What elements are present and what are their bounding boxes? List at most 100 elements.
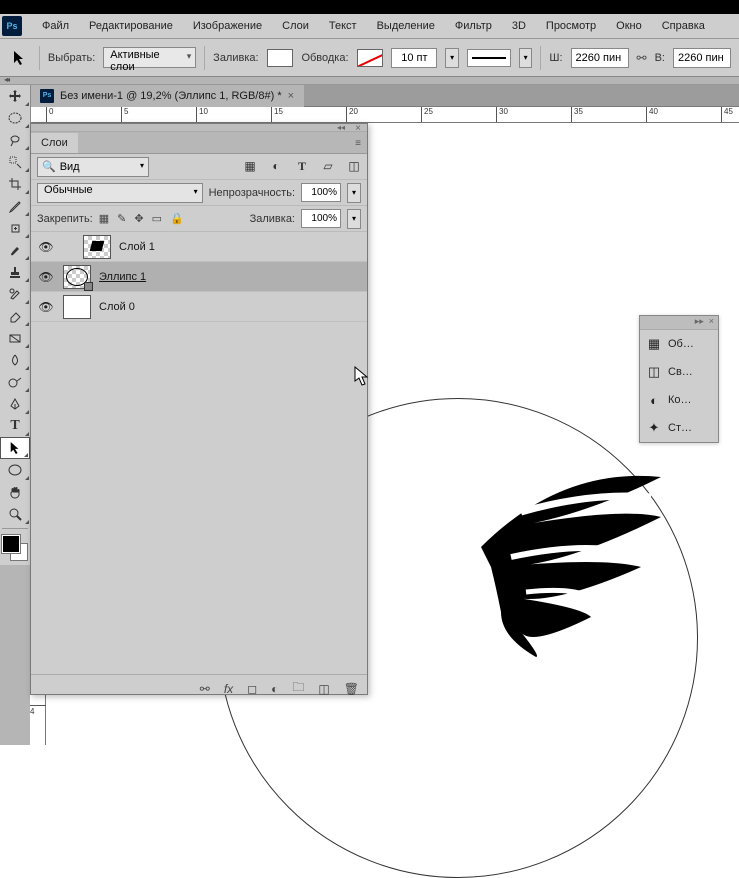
close-tab-icon[interactable]: × (288, 90, 294, 102)
hand-tool[interactable] (0, 481, 30, 503)
panel-collapse-icon[interactable]: ◂◂ (337, 123, 345, 132)
filter-type-icon[interactable]: T (295, 159, 309, 174)
type-tool[interactable]: T (0, 415, 30, 437)
layer-name[interactable]: Эллипс 1 (99, 271, 146, 283)
menu-layer[interactable]: Слои (272, 16, 319, 36)
fill-swatch[interactable] (267, 49, 294, 67)
rp-item-samples[interactable]: ▦ Об… (640, 330, 718, 358)
healing-tool[interactable] (0, 217, 30, 239)
link-layers-icon[interactable]: ⚯ (200, 682, 210, 696)
panel-menu-icon[interactable]: ≡ (355, 138, 361, 149)
crop-tool[interactable] (0, 173, 30, 195)
document-title: Без имени-1 @ 19,2% (Эллипс 1, RGB/8#) * (60, 90, 282, 102)
rp-item-adjustments[interactable]: ◐ Ко… (640, 386, 718, 414)
stroke-swatch-none[interactable] (357, 49, 384, 67)
select-label: Выбрать: (48, 52, 95, 64)
filter-adjust-icon[interactable]: ◐ (269, 159, 283, 174)
fill-dropdown[interactable]: ▾ (347, 209, 361, 229)
menu-bar: Ps Файл Редактирование Изображение Слои … (0, 14, 739, 39)
layer-row[interactable]: 👁 Слой 1 (31, 232, 367, 262)
layer-thumbnail[interactable] (63, 295, 91, 319)
dodge-tool[interactable] (0, 371, 30, 393)
stroke-width-dropdown[interactable]: ▾ (445, 48, 458, 68)
ps-file-icon: Ps (40, 89, 54, 103)
stroke-style-preview[interactable] (467, 49, 511, 67)
layer-row-selected[interactable]: 👁 Эллипс 1 (31, 262, 367, 292)
lock-all-icon[interactable]: 🔒 (170, 212, 184, 225)
link-chain-icon[interactable]: ⚯ (637, 51, 647, 65)
opacity-input[interactable] (301, 183, 341, 202)
filter-kind-dropdown[interactable]: 🔍 Вид (37, 157, 149, 177)
trash-icon[interactable]: 🗑 (344, 682, 359, 696)
right-panel-header[interactable]: ▸▸ × (640, 316, 718, 330)
pen-tool[interactable] (0, 393, 30, 415)
history-brush-tool[interactable] (0, 283, 30, 305)
move-tool[interactable] (0, 85, 30, 107)
select-layers-dropdown[interactable]: Активные слои (103, 47, 196, 68)
lasso-tool[interactable] (0, 129, 30, 151)
layer-thumbnail[interactable] (83, 235, 111, 259)
menu-window[interactable]: Окно (606, 16, 652, 36)
path-select-tool[interactable] (0, 437, 30, 459)
rp-item-swatches[interactable]: ◫ Св… (640, 358, 718, 386)
filter-shape-icon[interactable]: ▱ (321, 159, 335, 174)
menu-edit[interactable]: Редактирование (79, 16, 183, 36)
visibility-eye-icon[interactable]: 👁 (37, 300, 55, 314)
fx-icon[interactable]: fx (224, 682, 233, 696)
lock-artboard-icon[interactable]: ▭ (152, 212, 162, 225)
rp-item-styles[interactable]: ✦ Ст… (640, 414, 718, 442)
layers-tab[interactable]: Слои (31, 133, 78, 153)
menu-filter[interactable]: Фильтр (445, 16, 502, 36)
foreground-color[interactable] (2, 535, 20, 553)
menu-help[interactable]: Справка (652, 16, 715, 36)
path-select-tool-icon[interactable] (8, 46, 31, 70)
zoom-tool[interactable] (0, 503, 30, 525)
filter-pixel-icon[interactable]: ▦ (243, 159, 257, 174)
shape-tool[interactable] (0, 459, 30, 481)
opacity-dropdown[interactable]: ▾ (347, 183, 361, 203)
group-icon[interactable]: 🗀 (292, 678, 304, 699)
brush-tool[interactable] (0, 239, 30, 261)
eraser-tool[interactable] (0, 305, 30, 327)
lock-transparency-icon[interactable]: ▦ (99, 212, 109, 225)
menu-view[interactable]: Просмотр (536, 16, 606, 36)
wand-tool[interactable] (0, 151, 30, 173)
stamp-tool[interactable] (0, 261, 30, 283)
marquee-tool[interactable] (0, 107, 30, 129)
rp-label: Об… (668, 338, 694, 350)
blend-mode-dropdown[interactable]: Обычные (37, 183, 203, 203)
stroke-width-input[interactable] (391, 48, 437, 68)
visibility-eye-icon[interactable]: 👁 (37, 270, 55, 284)
stroke-style-dropdown[interactable]: ▾ (519, 48, 532, 68)
visibility-eye-icon[interactable]: 👁 (37, 240, 55, 254)
ruler-horizontal[interactable]: 0 5 10 15 20 25 30 35 40 45 (30, 107, 739, 123)
layer-thumbnail[interactable] (63, 265, 91, 289)
blend-opacity-row: Обычные Непрозрачность: ▾ (31, 180, 367, 206)
eyedropper-tool[interactable] (0, 195, 30, 217)
blur-tool[interactable] (0, 349, 30, 371)
width-input[interactable] (571, 48, 629, 68)
height-input[interactable] (673, 48, 731, 68)
ruler-tick: 15 (271, 107, 283, 123)
panel-drag-handle[interactable]: ◂◂ × (31, 124, 367, 132)
document-tab[interactable]: Ps Без имени-1 @ 19,2% (Эллипс 1, RGB/8#… (30, 85, 304, 107)
workspace: Ps Без имени-1 @ 19,2% (Эллипс 1, RGB/8#… (0, 85, 739, 745)
styles-icon: ✦ (646, 420, 662, 436)
layer-name[interactable]: Слой 0 (99, 301, 135, 313)
menu-select[interactable]: Выделение (367, 16, 445, 36)
layer-row[interactable]: 👁 Слой 0 (31, 292, 367, 322)
layer-name[interactable]: Слой 1 (119, 241, 155, 253)
adjustment-icon[interactable]: ◐ (271, 682, 278, 696)
menu-file[interactable]: Файл (32, 16, 79, 36)
lock-pixels-icon[interactable]: ✎ (117, 212, 126, 225)
fill-opacity-input[interactable] (301, 209, 341, 228)
filter-smart-icon[interactable]: ◫ (347, 159, 361, 174)
menu-image[interactable]: Изображение (183, 16, 272, 36)
new-layer-icon[interactable]: ◫ (318, 682, 329, 696)
lock-position-icon[interactable]: ✥ (134, 212, 143, 225)
mask-icon[interactable]: ◻ (247, 682, 257, 696)
gradient-tool[interactable] (0, 327, 30, 349)
menu-type[interactable]: Текст (319, 16, 367, 36)
color-swatches[interactable] (0, 533, 30, 565)
menu-3d[interactable]: 3D (502, 16, 536, 36)
